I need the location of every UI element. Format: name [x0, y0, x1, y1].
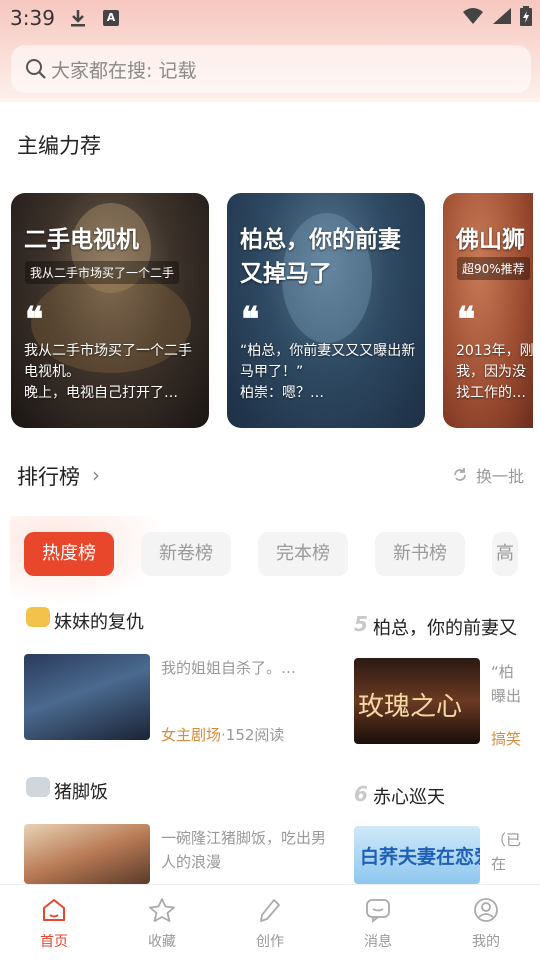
tab-completed[interactable]: 完本榜 — [258, 532, 348, 576]
tab-heat[interactable]: 热度榜 — [24, 532, 114, 576]
card-desc: 我从二手市场买了一个二手电视机。 晚上，电视自己打开了… — [24, 343, 192, 401]
nav-home[interactable]: 首页 — [14, 895, 94, 951]
nav-label: 我的 — [472, 934, 500, 950]
rank-item-title[interactable]: 猪脚饭 — [54, 778, 108, 804]
nav-label: 消息 — [364, 934, 392, 950]
user-icon — [474, 898, 498, 922]
signal-icon — [493, 8, 511, 24]
card-desc: 2013年，刚我，因为没找工作的… — [456, 343, 533, 401]
refresh-label: 换一批 — [475, 467, 524, 486]
nav-profile[interactable]: 我的 — [446, 895, 526, 951]
rank-item-blurb: 一碗隆江猪脚饭，吃出男人的浪漫 — [161, 829, 327, 871]
message-icon — [366, 899, 390, 923]
rank-item-title[interactable]: 柏总，你的前妻又 — [373, 614, 521, 640]
card-tag: 我从二手市场买了一个二手 — [25, 261, 180, 284]
pen-icon — [260, 899, 280, 922]
rank-item-category: 搞笑 — [491, 730, 521, 748]
ranking-title[interactable]: 排行榜 — [17, 461, 80, 491]
quote-icon: ❝ — [457, 300, 476, 340]
rank-item-meta: 女主剧场·152阅读 — [161, 724, 284, 745]
editor-picks-title: 主编力荐 — [17, 134, 101, 158]
book-cover[interactable]: 白荞夫妻在恋爱 — [354, 826, 480, 884]
card-title: 佛山狮 — [456, 227, 525, 253]
tab-high[interactable]: 高 — [492, 532, 518, 576]
quote-icon: ❝ — [25, 300, 44, 340]
battery-icon — [520, 6, 532, 26]
cover-title: 白荞夫妻在恋爱 — [360, 846, 480, 868]
rank-item-reads: ·152阅读 — [221, 726, 285, 744]
star-icon — [149, 898, 175, 922]
cover-title: 玫瑰之心 — [358, 692, 463, 722]
editor-card[interactable]: 柏总，你的前妻又掉马了 ❝ “柏总，你前妻又又又曝出新马甲了！” 柏崇：嗯？… — [227, 193, 425, 428]
book-cover[interactable] — [24, 824, 150, 884]
download-icon — [71, 10, 85, 27]
editor-card[interactable]: 佛山狮 超90%推荐 ❝ 2013年，刚我，因为没找工作的… — [443, 193, 533, 428]
wifi-icon — [463, 8, 483, 24]
card-title: 二手电视机 — [24, 227, 139, 253]
search-placeholder: 大家都在搜: 记载 — [51, 60, 197, 82]
card-tag: 超90%推荐 — [457, 257, 530, 280]
gold-medal-icon — [26, 607, 50, 627]
rank-item-blurb: “柏曝出 — [491, 663, 521, 705]
rank-item-blurb: 我的姐姐自杀了。… — [161, 659, 297, 677]
home-icon — [43, 899, 65, 921]
nav-label: 收藏 — [148, 934, 176, 950]
tab-new-volume[interactable]: 新卷榜 — [141, 532, 231, 576]
search-bar[interactable]: 大家都在搜: 记载 — [11, 45, 531, 93]
rank-item-blurb: （已在 — [491, 831, 521, 873]
refresh-icon — [454, 468, 466, 481]
card-desc: “柏总，你前妻又又又曝出新马甲了！” 柏崇：嗯？… — [240, 343, 416, 401]
card-title: 柏总，你的前妻又掉马了 — [240, 227, 401, 287]
nav-label: 创作 — [256, 934, 284, 950]
rank-item-title[interactable]: 赤心巡天 — [373, 783, 445, 809]
refresh-button[interactable]: 换一批 — [452, 463, 524, 487]
status-bar: 3:39 A — [0, 0, 540, 36]
chevron-right-icon[interactable]: › — [92, 463, 100, 487]
nav-create[interactable]: 创作 — [230, 895, 310, 951]
status-time: 3:39 — [10, 6, 55, 30]
editor-card[interactable]: 二手电视机 我从二手市场买了一个二手 ❝ 我从二手市场买了一个二手电视机。 晚上… — [11, 193, 209, 428]
nav-label: 首页 — [40, 934, 68, 950]
rank-item-title[interactable]: 妹妹的复仇 — [54, 608, 144, 634]
search-icon — [26, 59, 46, 79]
rank-item-category: 女主剧场 — [161, 726, 222, 744]
nav-messages[interactable]: 消息 — [338, 895, 418, 951]
quote-icon: ❝ — [241, 300, 260, 340]
bottom-nav: 首页 收藏 创作 消息 我的 — [0, 884, 540, 960]
rank-number: 6 — [354, 782, 368, 806]
silver-medal-icon — [26, 777, 50, 797]
a-app-icon: A — [103, 10, 119, 26]
tab-new-books[interactable]: 新书榜 — [375, 532, 465, 576]
rank-number: 5 — [354, 612, 368, 636]
book-cover[interactable]: 玫瑰之心 — [354, 658, 480, 744]
nav-favorites[interactable]: 收藏 — [122, 895, 202, 951]
rank-item-meta: 搞笑 — [491, 728, 521, 749]
book-cover[interactable] — [24, 654, 150, 740]
